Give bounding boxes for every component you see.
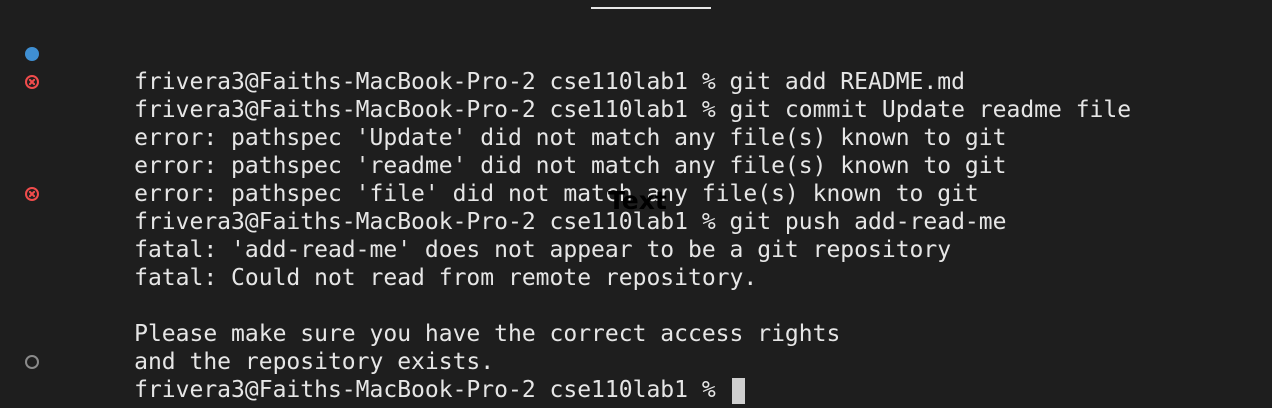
pending-circle-icon (25, 355, 39, 369)
terminal-line-output: fatal: Could not read from remote reposi… (0, 236, 1272, 291)
terminal-line-output: error: pathspec 'file' did not match any… (0, 152, 1272, 207)
command-error-icon[interactable] (25, 75, 39, 89)
text-cursor (731, 377, 745, 404)
active-tab-indicator (591, 7, 711, 9)
terminal-line-prompt: frivera3@Faiths-MacBook-Pro-2 cse110lab1… (0, 40, 1272, 95)
prompt-text: frivera3@Faiths-MacBook-Pro-2 cse110lab1… (134, 377, 730, 403)
terminal-line-output: and the repository exists. (0, 320, 1272, 375)
terminal-line-current-prompt[interactable]: frivera3@Faiths-MacBook-Pro-2 cse110lab1… (0, 348, 1272, 404)
terminal-line-output: error: pathspec 'readme' did not match a… (0, 124, 1272, 179)
terminal-line-prompt: frivera3@Faiths-MacBook-Pro-2 cse110lab1… (0, 68, 1272, 123)
terminal-panel[interactable]: frivera3@Faiths-MacBook-Pro-2 cse110lab1… (0, 0, 1272, 408)
overlay-text-label: Text (608, 186, 667, 215)
command-success-dot-icon[interactable] (25, 47, 39, 61)
terminal-line-output: error: pathspec 'Update' did not match a… (0, 96, 1272, 151)
command-error-icon[interactable] (25, 187, 39, 201)
terminal-line-output: Please make sure you have the correct ac… (0, 292, 1272, 347)
